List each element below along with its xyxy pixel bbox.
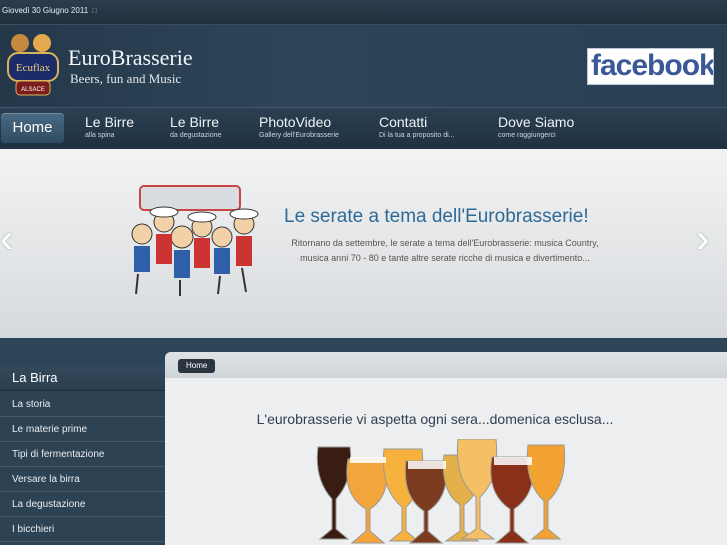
eurobrasserie-logo[interactable]: Ecuflax ALSACE	[2, 31, 62, 101]
nav-item-title: Le Birre	[85, 114, 135, 130]
nav-item-subtitle: come raggiungerci	[498, 132, 556, 139]
nav-item-subtitle: da degustazione	[170, 132, 222, 139]
date-text: Giovedì 30 Giugno 2011	[2, 6, 89, 15]
nav-item-subtitle: alla spina	[85, 132, 115, 139]
nav-item-birre-degustazione[interactable]: Le Birre da degustazione	[170, 114, 221, 139]
facebook-link[interactable]: facebook	[587, 48, 714, 85]
sidebar-item-versare[interactable]: Versare la birra	[0, 468, 165, 492]
featured-slider: ‹ Le serate a tema dell'Eurobrasserie! R…	[0, 149, 727, 338]
nav-item-title: Contatti	[379, 114, 428, 130]
breadcrumb: Home	[165, 352, 727, 378]
top-bar: Giovedì 30 Giugno 2011 □	[0, 0, 727, 25]
small-square-icon: □	[92, 6, 97, 15]
sidebar-item-bicchieri[interactable]: I bicchieri	[0, 518, 165, 542]
nav-item-subtitle: Gallery dell'Eurobrasserie	[259, 132, 339, 139]
nav-item-photovideo[interactable]: PhotoVideo Gallery dell'Eurobrasserie	[259, 114, 339, 139]
site-header: Ecuflax ALSACE EuroBrasserie Beers, fun …	[0, 25, 727, 107]
sidebar-heading: La Birra	[0, 365, 165, 391]
nav-item-dove-siamo[interactable]: Dove Siamo come raggiungerci	[498, 114, 574, 139]
breadcrumb-home[interactable]: Home	[178, 359, 216, 373]
nav-item-title: Dove Siamo	[498, 114, 575, 130]
sidebar-item-storia[interactable]: La storia	[0, 393, 165, 417]
sidebar-item-degustazione[interactable]: La degustazione	[0, 493, 165, 517]
nav-item-birre-spina[interactable]: Le Birre alla spina	[85, 114, 134, 139]
cartoon-band-image	[131, 185, 259, 296]
main-nav: Home Le Birre alla spina Le Birre da deg…	[0, 107, 727, 150]
nav-item-contatti[interactable]: Contatti Di la tua a proposito di...	[379, 114, 455, 139]
site-title: EuroBrasserie	[68, 45, 193, 70]
slider-prev-arrow-icon[interactable]: ‹	[0, 219, 26, 259]
slide-description: Ritornano da settembre, le serate a tema…	[291, 238, 599, 263]
sidebar-item-materie-prime[interactable]: Le materie prime	[0, 418, 165, 442]
nav-item-title: PhotoVideo	[259, 114, 332, 130]
content-title: L'eurobrasserie vi aspetta ogni sera...d…	[256, 411, 614, 427]
nav-item-subtitle: Di la tua a proposito di...	[379, 132, 455, 139]
main-content: Home L'eurobrasserie vi aspetta ogni ser…	[165, 352, 727, 545]
svg-text:Ecuflax: Ecuflax	[16, 62, 51, 74]
nav-item-title: Le Birre	[170, 114, 220, 130]
nav-home-button[interactable]: Home	[1, 113, 64, 143]
svg-text:ALSACE: ALSACE	[21, 87, 45, 93]
site-subtitle: Beers, fun and Music	[70, 71, 182, 86]
sidebar-menu: La Birra La storia Le materie prime Tipi…	[0, 365, 165, 545]
beer-glasses-image	[316, 439, 566, 544]
sidebar-item-fermentazione[interactable]: Tipi di fermentazione	[0, 443, 165, 467]
slider-next-arrow-icon[interactable]: ›	[696, 219, 722, 259]
slide-title[interactable]: Le serate a tema dell'Eurobrasserie!	[284, 206, 589, 228]
